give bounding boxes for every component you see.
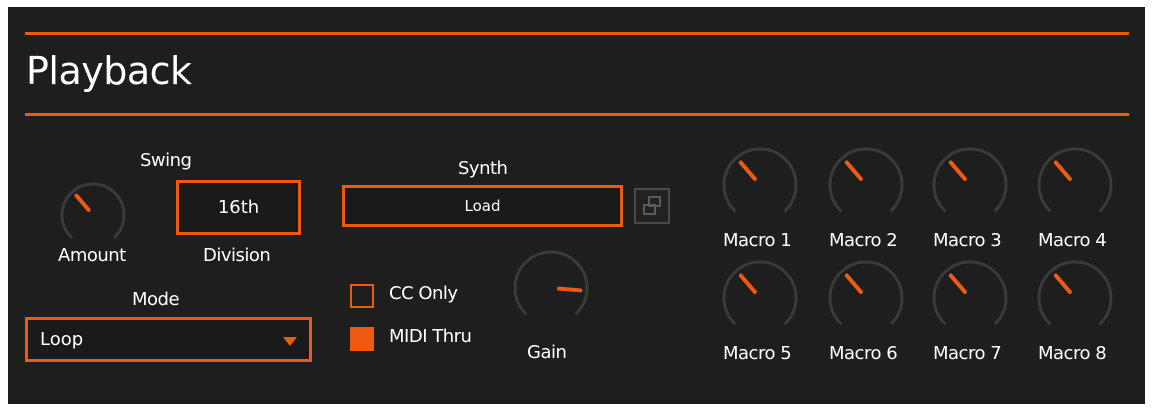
knob-track <box>828 147 904 212</box>
cc-only-checkbox[interactable] <box>350 284 374 308</box>
duplicate-window-icon <box>643 196 661 215</box>
macro-4-label: Macro 4 <box>1038 230 1107 251</box>
knob-pointer <box>948 273 967 294</box>
swing-amount-knob[interactable] <box>58 180 128 250</box>
gain-knob[interactable] <box>511 248 591 328</box>
macro-2-label: Macro 2 <box>829 230 898 251</box>
swing-label: Swing <box>140 150 192 171</box>
synth-label: Synth <box>458 158 508 179</box>
knob-track <box>513 250 589 315</box>
synth-load-button[interactable]: Load <box>342 185 623 227</box>
knob-track <box>932 147 1008 212</box>
knob-pointer <box>948 160 967 181</box>
mode-label: Mode <box>132 289 180 310</box>
knob-pointer <box>1053 273 1072 294</box>
knob-pointer <box>738 160 757 181</box>
cc-only-label: CC Only <box>389 283 458 304</box>
midi-thru-checkbox[interactable] <box>350 327 374 351</box>
synth-value: Load <box>464 197 501 215</box>
synth-window-button[interactable] <box>634 188 670 224</box>
knob-track <box>722 147 798 212</box>
knob-track <box>1037 260 1113 325</box>
macro-7-knob[interactable] <box>930 258 1010 338</box>
swing-division-field[interactable]: 16th <box>176 180 301 235</box>
knob-pointer <box>74 193 91 212</box>
macro-8-label: Macro 8 <box>1038 343 1107 364</box>
mode-dropdown[interactable]: Loop <box>25 317 312 362</box>
macro-5-label: Macro 5 <box>723 343 792 364</box>
swing-division-value: 16th <box>217 197 260 218</box>
swing-division-label: Division <box>203 245 271 266</box>
knob-track <box>60 182 126 239</box>
knob-pointer <box>844 160 863 181</box>
macro-5-knob[interactable] <box>720 258 800 338</box>
macro-1-label: Macro 1 <box>723 230 792 251</box>
knob-pointer <box>1053 160 1072 181</box>
swing-amount-label: Amount <box>58 245 126 266</box>
header-top-divider <box>25 32 1129 35</box>
mode-value: Loop <box>40 329 84 350</box>
macro-1-knob[interactable] <box>720 145 800 225</box>
macro-6-knob[interactable] <box>826 258 906 338</box>
knob-pointer <box>556 286 583 293</box>
macro-6-label: Macro 6 <box>829 343 898 364</box>
gain-label: Gain <box>527 342 567 363</box>
knob-track <box>1037 147 1113 212</box>
knob-track <box>932 260 1008 325</box>
midi-thru-label: MIDI Thru <box>389 326 472 347</box>
knob-track <box>722 260 798 325</box>
macro-3-knob[interactable] <box>930 145 1010 225</box>
macro-3-label: Macro 3 <box>933 230 1002 251</box>
page-title: Playback <box>26 49 192 93</box>
header-bottom-divider <box>25 113 1129 116</box>
macro-2-knob[interactable] <box>826 145 906 225</box>
dropdown-triangle-icon <box>283 337 297 346</box>
macro-8-knob[interactable] <box>1035 258 1115 338</box>
macro-7-label: Macro 7 <box>933 343 1002 364</box>
knob-pointer <box>738 273 757 294</box>
macro-4-knob[interactable] <box>1035 145 1115 225</box>
knob-pointer <box>844 273 863 294</box>
knob-track <box>828 260 904 325</box>
